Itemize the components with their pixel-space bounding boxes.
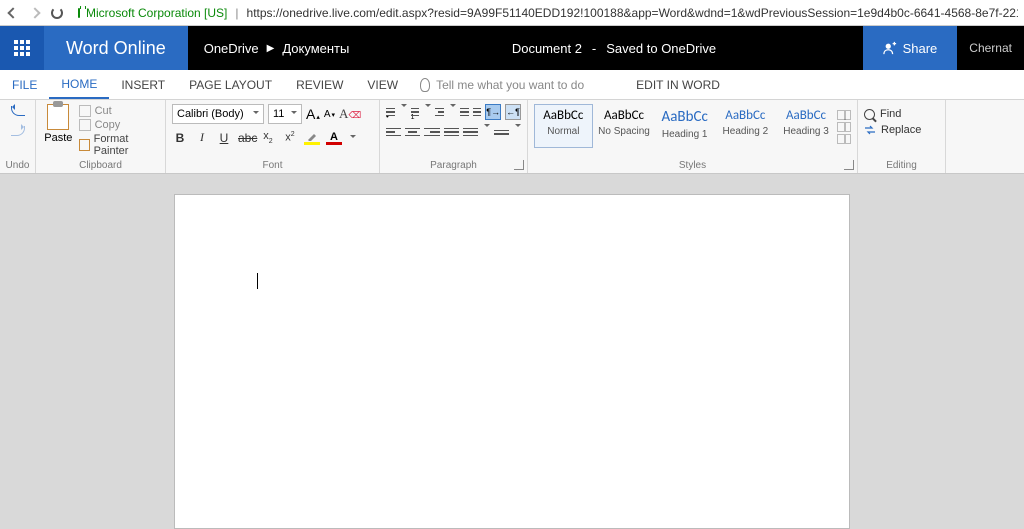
breadcrumb: OneDrive ▶ Документы [188,41,366,56]
lightbulb-icon [420,78,430,92]
highlight-button[interactable] [304,131,320,145]
chevron-down-icon[interactable] [350,135,356,141]
style-heading-3[interactable]: AaBbCcHeading 3 [777,104,836,148]
cert-label: Microsoft Corporation [US] [86,6,227,20]
styles-down-button[interactable] [837,122,851,132]
tab-view[interactable]: VIEW [355,70,410,99]
align-left-button[interactable] [386,124,401,140]
multilevel-button[interactable] [435,104,444,120]
edit-in-word-button[interactable]: EDIT IN WORD [624,70,732,99]
cut-button[interactable]: Cut [79,105,159,117]
save-status: Saved to OneDrive [606,41,716,56]
replace-button[interactable]: Replace [864,122,939,138]
grow-font-button[interactable]: A▴ [306,106,320,122]
forward-button[interactable] [28,6,42,20]
paste-icon [47,104,69,130]
style-no-spacing[interactable]: AaBbCcNo Spacing [595,104,654,148]
special-indent-button[interactable] [494,124,509,140]
redo-button[interactable] [4,126,31,144]
subscript-button[interactable]: x [260,130,276,144]
document-name[interactable]: Document 2 [512,41,582,56]
font-name-select[interactable]: Calibri (Body) [172,104,264,124]
brand-label[interactable]: Word Online [44,26,188,70]
chevron-down-icon [291,111,297,117]
paragraph-launcher[interactable] [514,160,524,170]
chevron-down-icon[interactable] [425,104,431,110]
reload-button[interactable] [50,6,64,20]
font-group-label: Font [172,158,373,173]
text-cursor [257,273,258,289]
back-button[interactable] [6,6,20,20]
styles-more-button[interactable] [837,134,851,144]
superscript-button[interactable]: x [282,131,298,144]
crumb-onedrive[interactable]: OneDrive [204,41,259,56]
brush-icon [79,139,90,151]
decrease-indent-button[interactable] [460,104,469,120]
undo-button[interactable] [4,106,31,124]
app-launcher-button[interactable] [0,26,44,70]
copy-button[interactable]: Copy [79,119,159,131]
line-spacing-button[interactable] [463,124,478,140]
url-text: https://onedrive.live.com/edit.aspx?resi… [247,6,1018,20]
undo-group-label: Undo [4,158,31,173]
styles-group-label: Styles [534,158,851,173]
shrink-font-button[interactable]: A▾ [324,109,335,120]
chevron-down-icon[interactable] [515,124,521,130]
style-heading-2[interactable]: AaBbCcHeading 2 [716,104,775,148]
replace-icon [864,125,876,135]
paragraph-group-label: Paragraph [386,158,521,173]
justify-button[interactable] [444,124,459,140]
clipboard-group-label: Clipboard [42,158,159,173]
italic-button[interactable]: I [194,130,210,145]
search-icon [864,109,875,120]
waffle-icon [14,40,30,56]
copy-icon [79,119,91,131]
ltr-button[interactable]: ¶→ [485,104,501,120]
lock-icon [78,8,80,18]
share-button[interactable]: Share [863,26,958,70]
chevron-down-icon[interactable] [450,104,456,110]
font-size-select[interactable]: 11 [268,104,302,124]
tab-file[interactable]: FILE [0,70,49,99]
chevron-down-icon [253,111,259,117]
style-heading-1[interactable]: AaBbCcHeading 1 [655,104,714,148]
clear-format-button[interactable]: A⌫ [339,106,361,122]
underline-button[interactable]: U [216,131,232,145]
chevron-right-icon: ▶ [267,43,275,54]
chevron-down-icon[interactable] [401,104,407,110]
tell-me-search[interactable]: Tell me what you want to do [410,70,594,99]
address-bar[interactable]: Microsoft Corporation [US] | https://one… [72,6,1018,20]
rtl-button[interactable]: ←¶ [505,104,521,120]
user-label[interactable]: Chernat [957,41,1024,55]
align-right-button[interactable] [424,124,439,140]
tab-home[interactable]: HOME [49,70,109,99]
tab-insert[interactable]: INSERT [109,70,177,99]
styles-launcher[interactable] [844,160,854,170]
style-normal[interactable]: AaBbCcNormal [534,104,593,148]
styles-up-button[interactable] [837,110,851,120]
paste-button[interactable]: Paste [42,104,75,158]
align-center-button[interactable] [405,124,420,140]
chevron-down-icon[interactable] [484,124,490,130]
crumb-folder[interactable]: Документы [282,41,349,56]
editing-group-label: Editing [864,158,939,173]
cut-icon [79,105,91,117]
document-page[interactable] [174,194,850,529]
numbering-button[interactable] [411,104,420,120]
tab-review[interactable]: REVIEW [284,70,355,99]
bold-button[interactable]: B [172,131,188,145]
strikethrough-button[interactable]: abc [238,131,254,145]
share-icon [883,41,897,55]
tab-page-layout[interactable]: PAGE LAYOUT [177,70,284,99]
font-color-button[interactable]: A [326,131,342,145]
increase-indent-button[interactable] [473,104,482,120]
find-button[interactable]: Find [864,106,939,122]
format-painter-button[interactable]: Format Painter [79,133,159,157]
bullets-button[interactable] [386,104,395,120]
